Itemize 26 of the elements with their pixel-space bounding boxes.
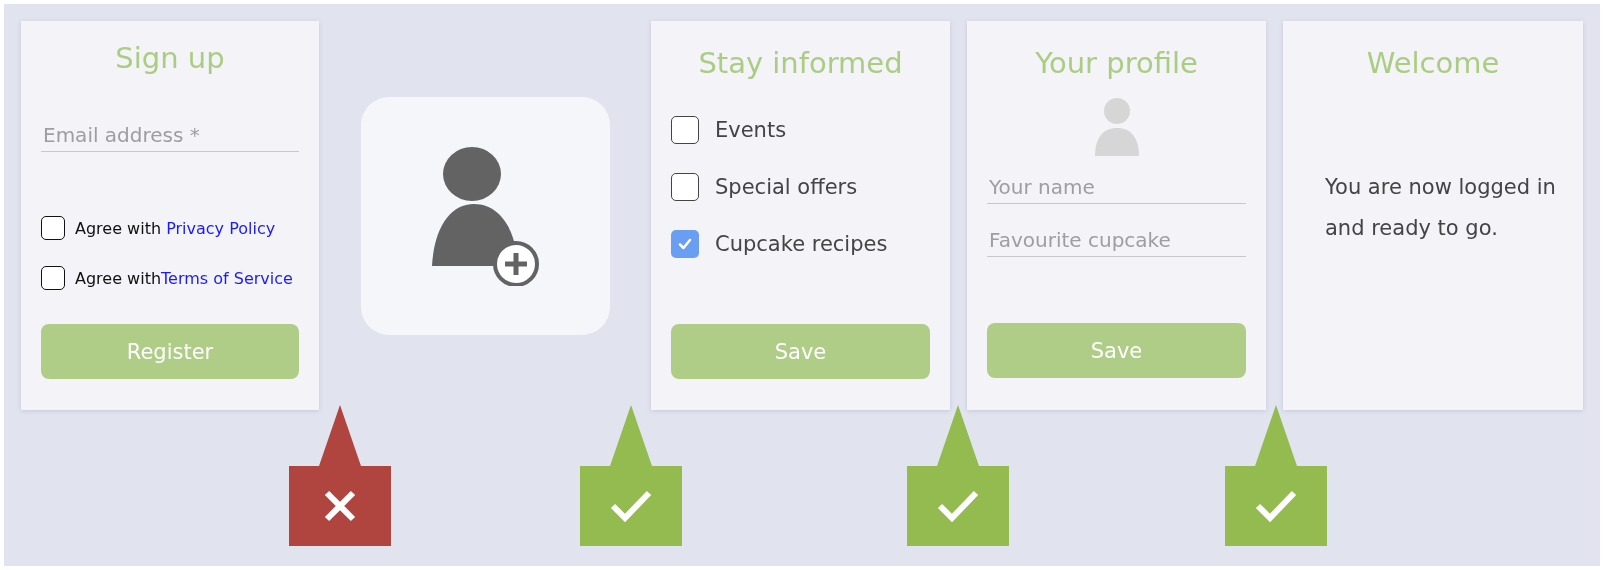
email-field[interactable]: Email address *	[41, 121, 299, 152]
checkbox[interactable]	[671, 230, 699, 258]
card-title: Welcome	[1365, 46, 1501, 80]
save-button[interactable]: Save	[987, 323, 1246, 378]
checkbox[interactable]	[671, 116, 699, 144]
checkbox[interactable]	[41, 266, 65, 290]
policy-link[interactable]: Privacy Policy	[166, 218, 276, 238]
check-icon	[677, 236, 693, 252]
policy-link[interactable]: Terms of Service	[161, 268, 293, 288]
checkbox[interactable]	[671, 173, 699, 201]
agree-label: Agree with	[75, 268, 162, 288]
option-label: Cupcake recipes	[715, 232, 888, 256]
option-label: Special offers	[715, 175, 858, 199]
option-label: Events	[715, 118, 787, 142]
card-title: Stay informed	[697, 46, 904, 80]
text-field[interactable]: Favourite cupcake	[987, 226, 1246, 257]
agree-label: Agree with	[75, 218, 163, 238]
person-icon	[1094, 98, 1139, 156]
text-field[interactable]: Your name	[987, 173, 1246, 204]
register-button[interactable]: Register	[41, 324, 299, 379]
card-title: Sign up	[114, 41, 226, 75]
card-title: Your profile	[1034, 46, 1199, 80]
add-user-icon	[431, 145, 540, 286]
welcome-message: You are now logged in and ready to go.	[1325, 174, 1557, 242]
checkbox[interactable]	[41, 216, 65, 240]
save-button[interactable]: Save	[671, 324, 930, 379]
